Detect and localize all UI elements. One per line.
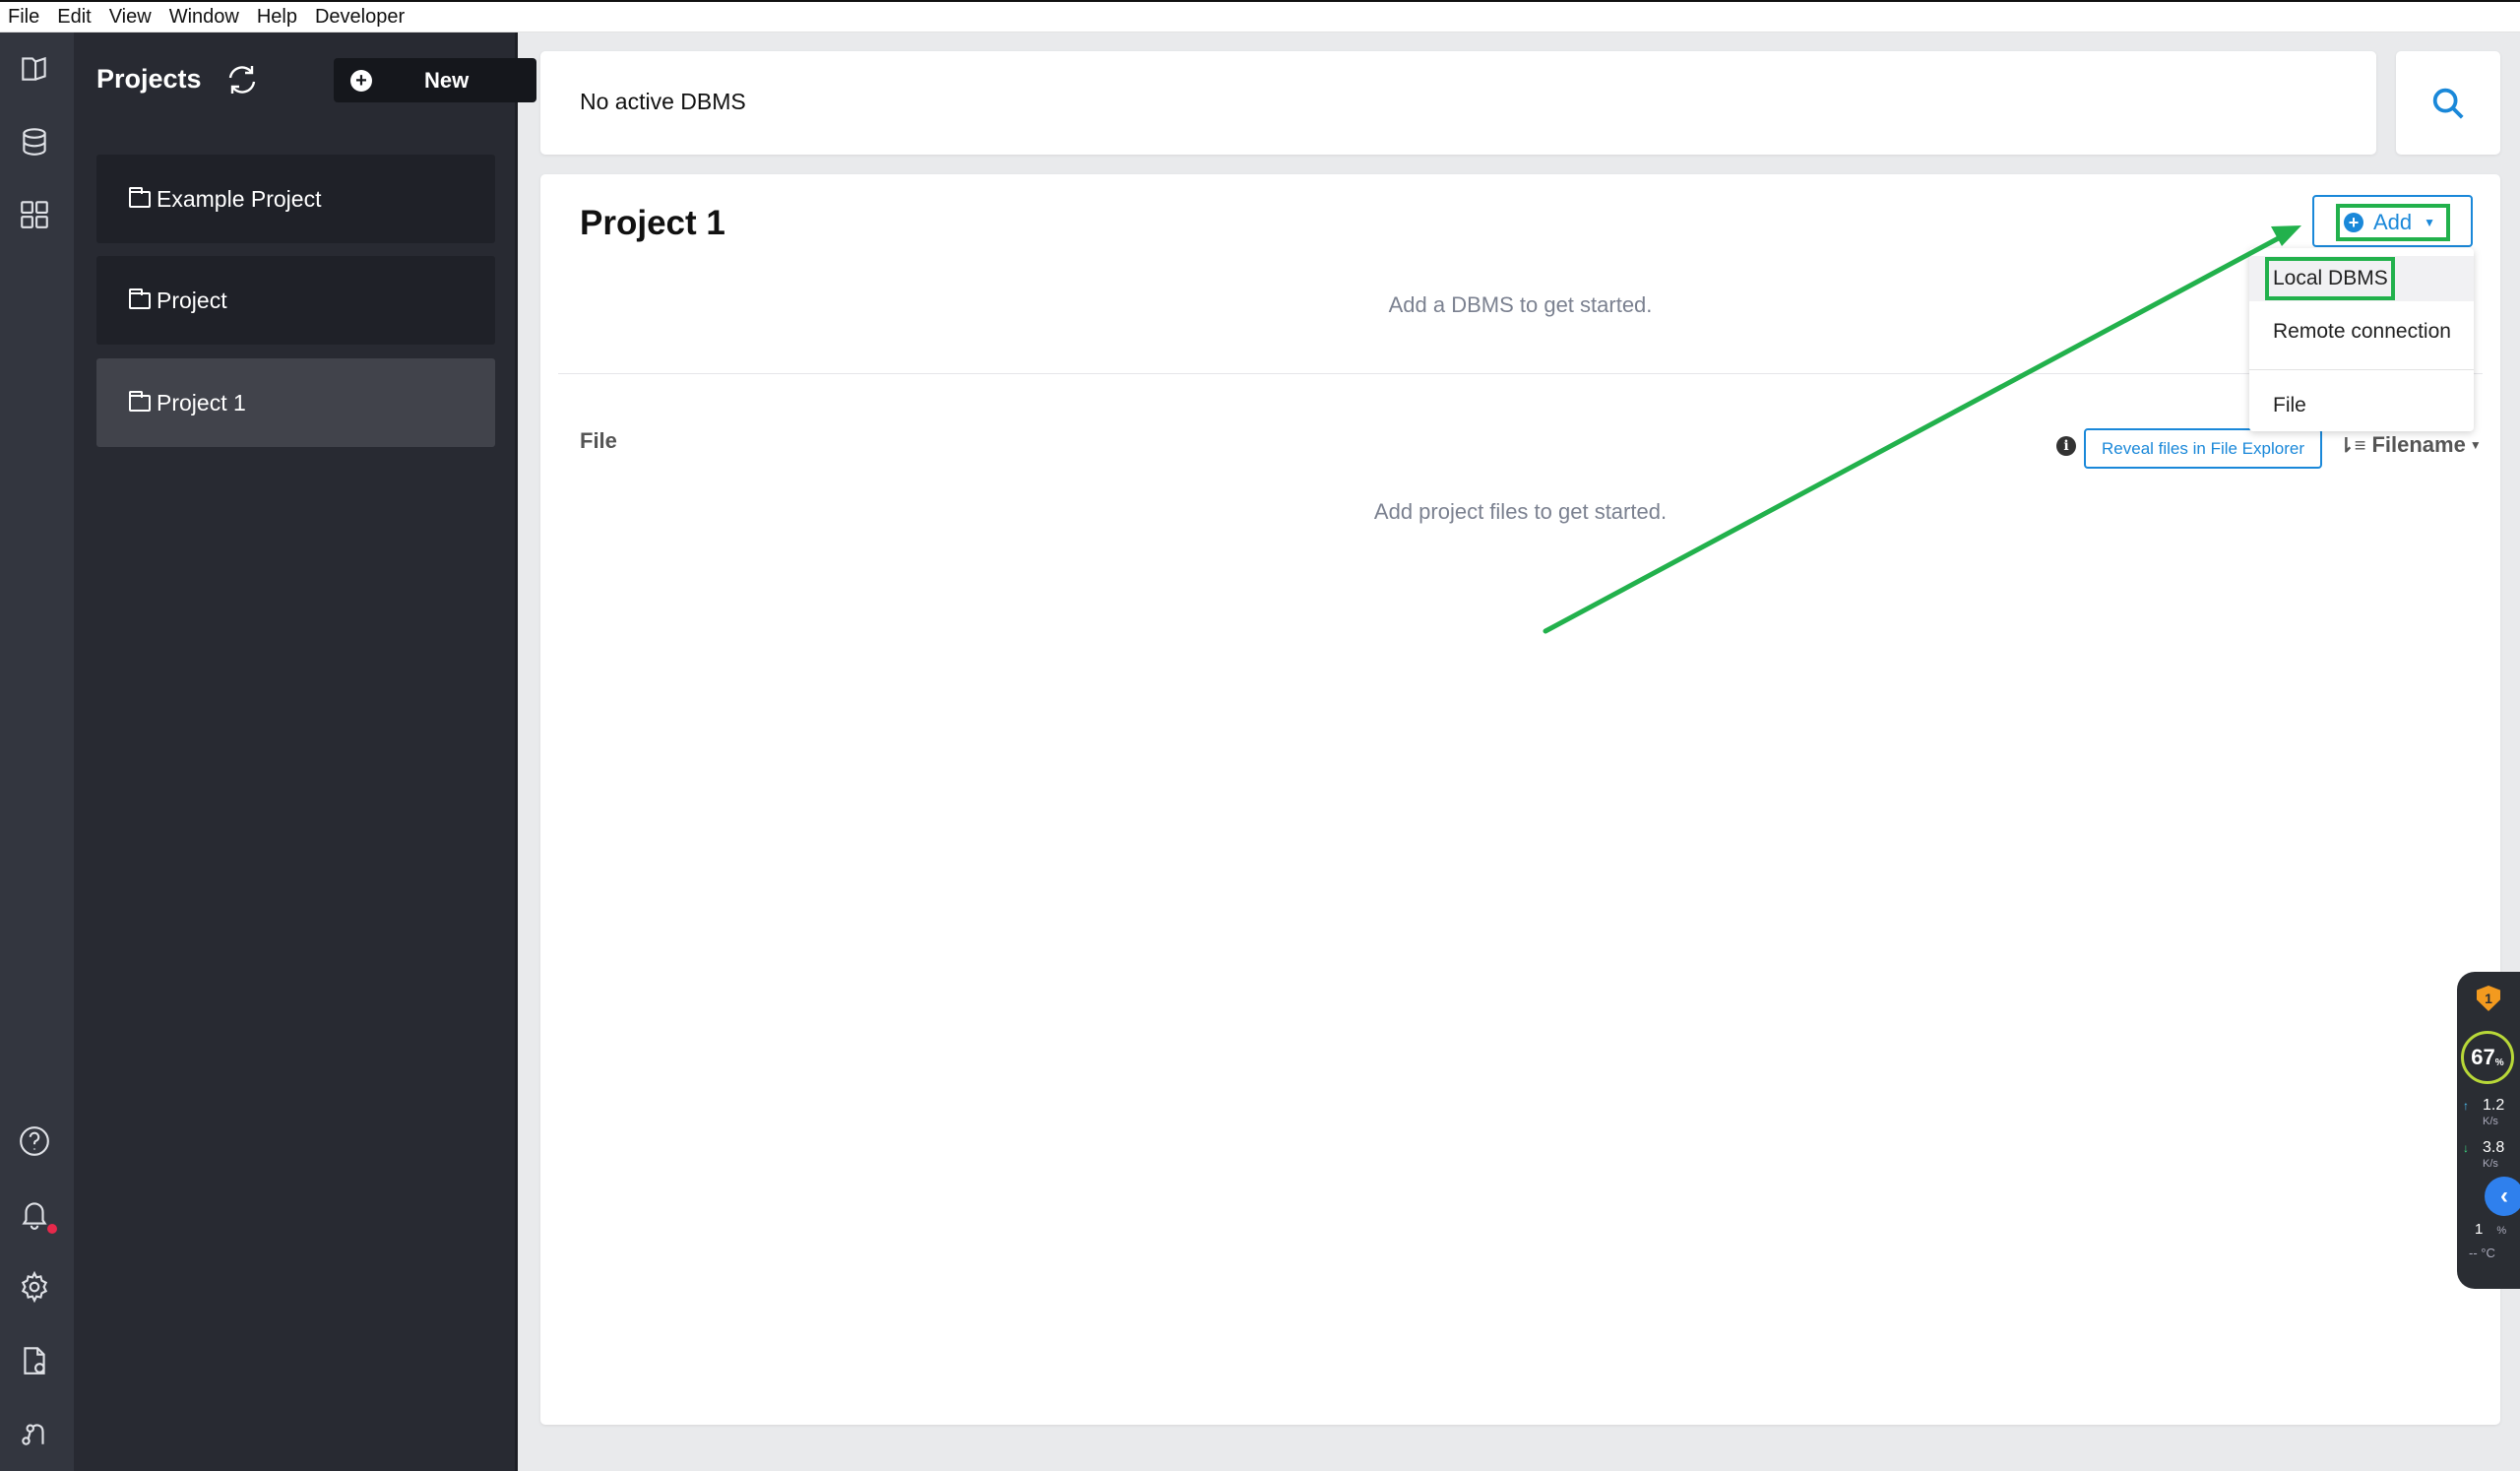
collapse-widget-button[interactable]: ‹ <box>2485 1177 2520 1216</box>
download-speed: ↓ 3.8 K/s <box>2463 1140 2504 1172</box>
refresh-icon[interactable] <box>222 60 262 99</box>
dropdown-divider <box>2249 369 2474 370</box>
project-item[interactable]: Example Project <box>96 155 495 243</box>
menu-window[interactable]: Window <box>169 6 239 29</box>
dbms-status-text: No active DBMS <box>580 89 746 114</box>
dropdown-item-file[interactable]: File <box>2249 394 2474 417</box>
upload-speed: ↑ 1.2 K/s <box>2463 1098 2504 1129</box>
folder-icon <box>129 288 151 309</box>
caret-down-icon: ▼ <box>2424 216 2436 229</box>
menu-view[interactable]: View <box>109 6 152 29</box>
sort-icon: ⇂≡ <box>2338 434 2366 457</box>
menu-developer[interactable]: Developer <box>315 6 405 29</box>
database-icon[interactable] <box>16 123 53 160</box>
dbms-status-bar: No active DBMS <box>540 51 2376 155</box>
shield-icon[interactable]: 1 <box>2477 986 2500 1011</box>
projects-panel: Projects + New Example Project Project P… <box>74 32 536 1471</box>
upload-value: 1.2 <box>2483 1097 2505 1114</box>
dropdown-item-label: Local DBMS <box>2273 267 2388 289</box>
file-check-icon[interactable] <box>16 1342 53 1379</box>
cpu-usage: 1% <box>2475 1221 2506 1238</box>
add-button[interactable]: + Add ▼ <box>2312 195 2473 247</box>
project-item[interactable]: Project <box>96 256 495 345</box>
dropdown-item-local-dbms[interactable]: Local DBMS <box>2249 256 2474 301</box>
add-label: Add <box>2373 210 2413 234</box>
info-icon[interactable]: i <box>2056 436 2076 456</box>
sort-label: Filename <box>2371 432 2466 457</box>
project-title: Project 1 <box>580 204 725 242</box>
sort-filename-button[interactable]: ⇂≡ Filename ▼ <box>2338 432 2482 458</box>
add-button-highlight: + Add ▼ <box>2336 204 2450 241</box>
project-item-label: Project 1 <box>157 389 246 416</box>
download-value: 3.8 <box>2483 1139 2505 1156</box>
upload-arrow-icon: ↑ <box>2463 1099 2469 1113</box>
help-icon[interactable] <box>16 1122 53 1160</box>
upload-unit: K/s <box>2483 1116 2498 1127</box>
section-divider <box>558 373 2483 374</box>
reveal-files-button[interactable]: Reveal files in File Explorer <box>2084 428 2322 469</box>
folder-icon <box>129 186 151 208</box>
project-detail-card: Project 1 + Add ▼ Add a DBMS to get star… <box>540 174 2500 1425</box>
apps-grid-icon[interactable] <box>16 196 53 233</box>
caret-down-icon: ▼ <box>2469 438 2482 452</box>
dropdown-item-remote-connection[interactable]: Remote connection <box>2249 320 2474 344</box>
gauge-unit: % <box>2494 1056 2504 1068</box>
notification-dot <box>47 1224 57 1234</box>
memory-gauge: 67% <box>2461 1031 2514 1084</box>
files-empty-hint: Add project files to get started. <box>1373 499 1668 524</box>
cpu-value: 1 <box>2475 1221 2484 1238</box>
project-item-label: Example Project <box>157 185 322 212</box>
gauge-value: 67 <box>2471 1045 2495 1069</box>
dbms-empty-hint: Add a DBMS to get started. <box>1388 292 1653 317</box>
plus-circle-icon: + <box>2344 213 2363 232</box>
gear-icon[interactable] <box>16 1268 53 1306</box>
system-monitor-widget: 1 67% ↑ 1.2 K/s ↓ 3.8 K/s ‹ 1% -- °C <box>2457 972 2520 1289</box>
project-item-label: Project <box>157 287 227 313</box>
new-project-label: New <box>424 67 470 93</box>
menu-help[interactable]: Help <box>257 6 297 29</box>
project-item-active[interactable]: Project 1 <box>96 358 495 447</box>
menu-bar: File Edit View Window Help Developer <box>0 0 2520 32</box>
download-unit: K/s <box>2483 1158 2498 1170</box>
new-project-button[interactable]: + New <box>334 58 536 102</box>
icon-rail <box>0 32 74 1471</box>
graph-icon[interactable] <box>16 1414 53 1451</box>
add-dropdown-menu: Local DBMS Remote connection File <box>2249 248 2474 431</box>
folder-icon <box>129 390 151 412</box>
menu-file[interactable]: File <box>8 6 39 29</box>
plus-icon: + <box>350 69 372 92</box>
projects-title: Projects <box>96 64 202 94</box>
search-icon <box>2432 88 2464 119</box>
search-button[interactable] <box>2396 51 2500 155</box>
temperature: -- °C <box>2469 1246 2495 1260</box>
download-arrow-icon: ↓ <box>2463 1141 2469 1155</box>
menu-edit[interactable]: Edit <box>57 6 91 29</box>
projects-icon[interactable] <box>16 50 53 88</box>
file-section-label: File <box>580 428 617 453</box>
cpu-unit: % <box>2496 1225 2507 1237</box>
